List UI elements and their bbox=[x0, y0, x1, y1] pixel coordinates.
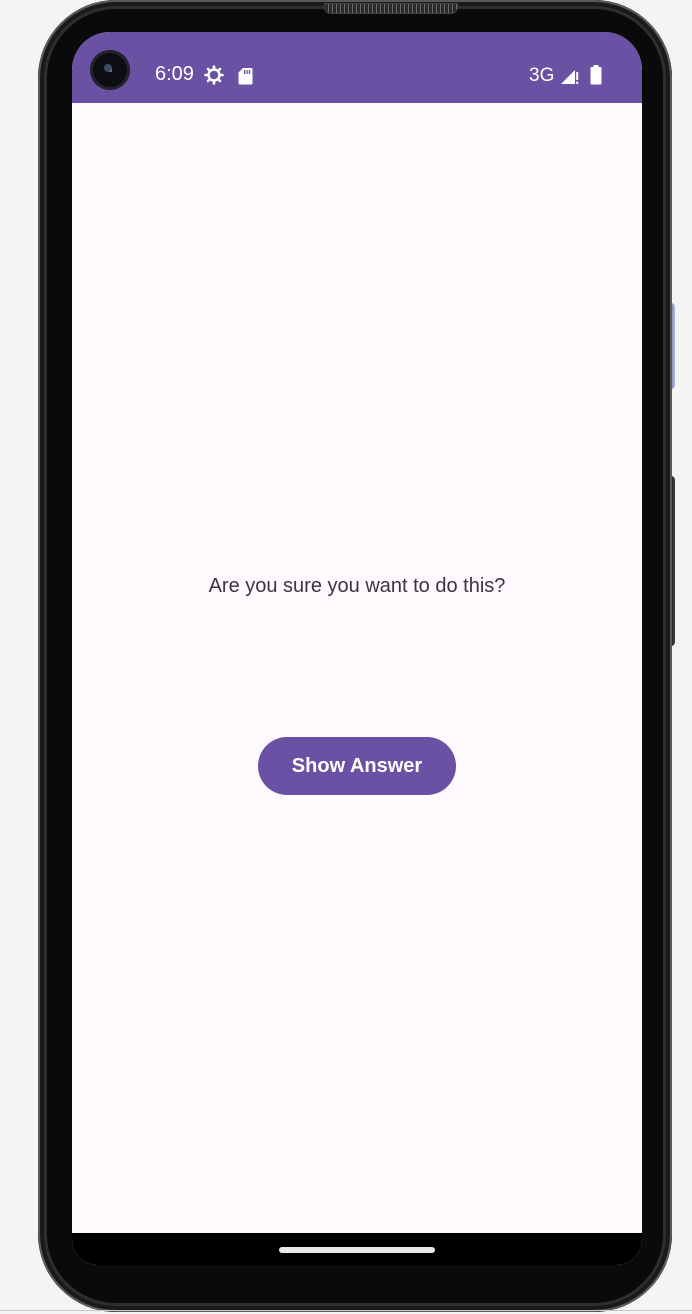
home-indicator[interactable] bbox=[279, 1247, 435, 1253]
front-camera bbox=[90, 50, 130, 90]
device-screen: 6:09 3G Are you sure you want to do this… bbox=[72, 32, 642, 1265]
status-time: 6:09 bbox=[155, 63, 194, 85]
question-text: Are you sure you want to do this? bbox=[208, 575, 506, 597]
main-content: Are you sure you want to do this? Show A… bbox=[72, 103, 642, 1233]
signal-icon bbox=[560, 67, 580, 85]
show-answer-button[interactable]: Show Answer bbox=[258, 737, 456, 795]
navigation-bar bbox=[72, 1233, 642, 1265]
divider bbox=[0, 1310, 692, 1311]
sdcard-icon bbox=[238, 67, 253, 85]
status-bar: 6:09 3G bbox=[72, 32, 642, 103]
battery-icon bbox=[590, 65, 602, 85]
device-frame-stage: 6:09 3G Are you sure you want to do this… bbox=[0, 0, 692, 1314]
earpiece-speaker bbox=[325, 4, 457, 13]
gear-icon bbox=[204, 65, 224, 85]
network-type: 3G bbox=[529, 65, 555, 86]
